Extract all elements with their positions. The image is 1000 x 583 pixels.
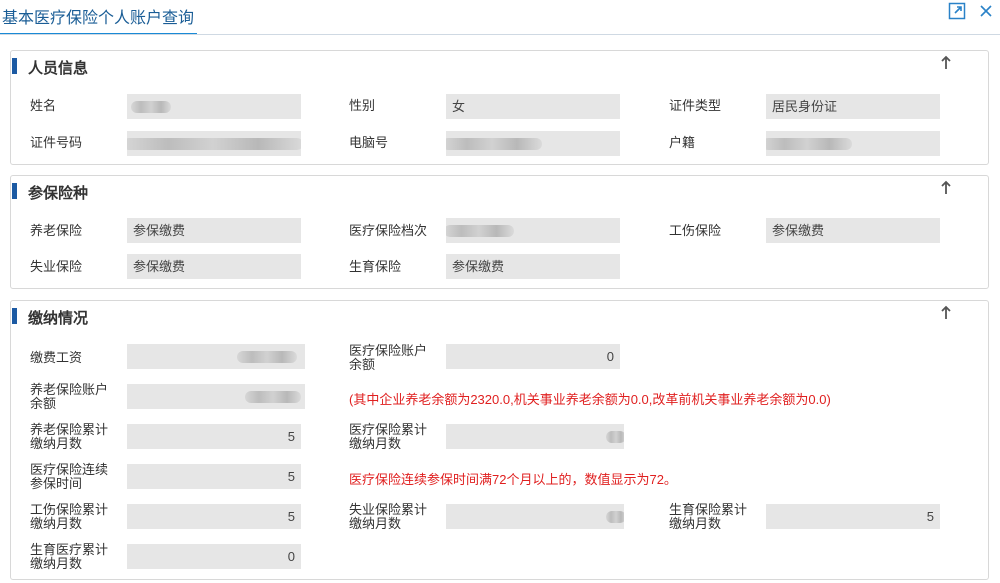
window-titlebar: 基本医疗保险个人账户查询	[0, 0, 1000, 35]
pension-months-label: 养老保险累计缴纳月数	[30, 422, 109, 451]
maternity-insurance-field: 参保缴费	[446, 254, 620, 279]
maternity-months-label: 生育保险累计缴纳月数	[669, 502, 748, 531]
wage-field	[127, 344, 305, 369]
injury-months-label: 工伤保险累计缴纳月数	[30, 502, 109, 531]
panel-header: 缴纳情况	[11, 301, 988, 331]
redacted-value	[446, 138, 542, 150]
open-external-icon[interactable]	[948, 2, 966, 20]
redacted-value	[245, 391, 301, 403]
redacted-value	[606, 431, 624, 443]
maternity-months-field: 5	[766, 504, 940, 529]
computer-no-label: 电脑号	[349, 135, 389, 150]
medical-months-label: 医疗保险累计缴纳月数	[349, 422, 428, 451]
pension-insurance-field: 参保缴费	[127, 218, 301, 243]
injury-insurance-field: 参保缴费	[766, 218, 940, 243]
redacted-value	[606, 511, 624, 523]
window-title: 基本医疗保险个人账户查询	[2, 10, 195, 27]
unemployment-months-field	[446, 504, 624, 529]
household-field	[766, 131, 940, 156]
collapse-arrow-icon[interactable]	[940, 180, 952, 196]
name-label: 姓名	[30, 98, 57, 113]
household-label: 户籍	[669, 135, 696, 150]
computer-no-field	[446, 131, 620, 156]
unemployment-insurance-field: 参保缴费	[127, 254, 301, 279]
unemployment-months-label: 失业保险累计缴纳月数	[349, 502, 428, 531]
pension-balance-field	[127, 384, 305, 409]
gender-field: 女	[446, 94, 620, 119]
section-marker	[12, 308, 17, 324]
maternity-medical-months-field: 0	[127, 544, 301, 569]
name-field	[127, 94, 301, 119]
pension-balance-label: 养老保险账户余额	[30, 382, 109, 411]
medical-continuous-field: 5	[127, 464, 301, 489]
panel-title: 缴纳情况	[28, 310, 89, 327]
pension-months-field: 5	[127, 424, 301, 449]
medical-file-field	[446, 218, 620, 243]
medical-balance-label: 医疗保险账户余额	[349, 343, 428, 372]
medical-continuous-label: 医疗保险连续参保时间	[30, 462, 109, 491]
id-number-field	[127, 131, 301, 156]
redacted-value	[446, 225, 514, 237]
medical-balance-field: 0	[446, 344, 620, 369]
redacted-value	[766, 138, 852, 150]
medical-months-field	[446, 424, 624, 449]
pension-insurance-label: 养老保险	[30, 223, 83, 238]
redacted-value	[237, 351, 297, 363]
injury-insurance-label: 工伤保险	[669, 223, 722, 238]
id-number-label: 证件号码	[30, 135, 83, 150]
gender-label: 性别	[349, 98, 376, 113]
collapse-arrow-icon[interactable]	[940, 305, 952, 321]
medical-file-label: 医疗保险档次	[349, 223, 428, 238]
panel-title: 参保险种	[28, 185, 89, 202]
title-divider	[0, 34, 1000, 35]
panel-header: 人员信息	[11, 51, 988, 81]
panel-title: 人员信息	[28, 60, 89, 77]
medical-continuous-note: 医疗保险连续参保时间满72个月以上的，数值显示为72。	[349, 472, 677, 487]
maternity-medical-months-label: 生育医疗累计缴纳月数	[30, 542, 109, 571]
collapse-arrow-icon[interactable]	[940, 55, 952, 71]
id-type-label: 证件类型	[669, 98, 722, 113]
redacted-value	[131, 101, 171, 113]
injury-months-field: 5	[127, 504, 301, 529]
id-type-field: 居民身份证	[766, 94, 940, 119]
panel-header: 参保险种	[11, 176, 988, 206]
section-marker	[12, 58, 17, 74]
wage-label: 缴费工资	[30, 350, 83, 365]
redacted-value	[127, 138, 301, 150]
unemployment-insurance-label: 失业保险	[30, 259, 83, 274]
pension-balance-note: (其中企业养老余额为2320.0,机关事业养老余额为0.0,改革前机关事业养老余…	[349, 392, 831, 407]
maternity-insurance-label: 生育保险	[349, 259, 402, 274]
section-marker	[12, 183, 17, 199]
close-icon[interactable]	[976, 1, 996, 21]
